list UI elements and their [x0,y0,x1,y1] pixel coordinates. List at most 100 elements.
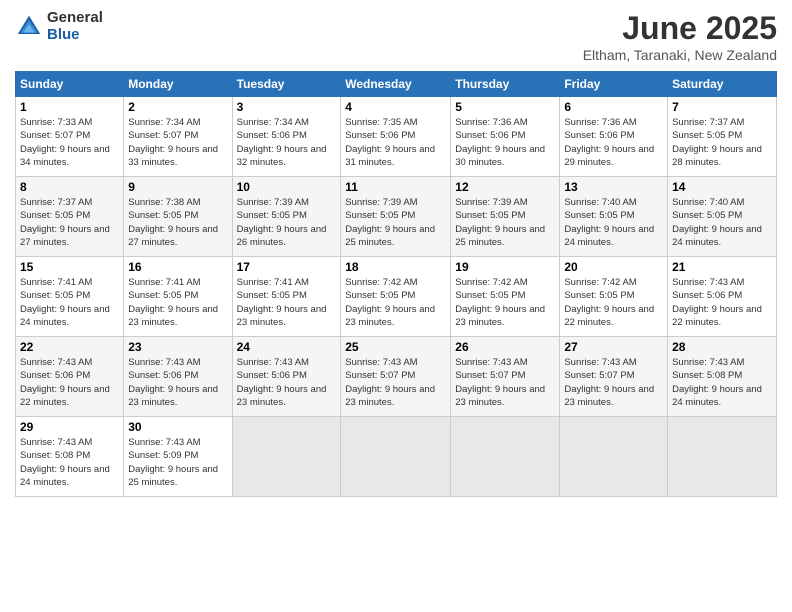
day-number: 4 [345,100,446,114]
day-number: 10 [237,180,337,194]
day-number: 11 [345,180,446,194]
day-number: 18 [345,260,446,274]
day-info: Sunrise: 7:43 AMSunset: 5:07 PMDaylight:… [455,357,545,408]
day-info: Sunrise: 7:43 AMSunset: 5:07 PMDaylight:… [564,357,654,408]
header-thursday: Thursday [451,72,560,97]
day-info: Sunrise: 7:38 AMSunset: 5:05 PMDaylight:… [128,197,218,248]
table-row: 9 Sunrise: 7:38 AMSunset: 5:05 PMDaylight… [124,177,232,257]
day-number: 5 [455,100,555,114]
day-number: 23 [128,340,227,354]
table-row: 1Sunrise: 7:33 AMSunset: 5:07 PMDaylight… [16,97,124,177]
logo-text: General Blue [47,10,103,43]
table-row: 22 Sunrise: 7:43 AMSunset: 5:06 PMDayligh… [16,337,124,417]
day-info: Sunrise: 7:37 AMSunset: 5:05 PMDaylight:… [20,197,110,248]
day-info: Sunrise: 7:43 AMSunset: 5:07 PMDaylight:… [345,357,435,408]
day-info: Sunrise: 7:43 AMSunset: 5:06 PMDaylight:… [237,357,327,408]
table-row: 5 Sunrise: 7:36 AMSunset: 5:06 PMDaylight… [451,97,560,177]
table-row: 15Sunrise: 7:41 AMSunset: 5:05 PMDayligh… [16,257,124,337]
table-row: 20 Sunrise: 7:42 AMSunset: 5:05 PMDayligh… [560,257,668,337]
day-number: 19 [455,260,555,274]
logo: General Blue [15,10,103,43]
header-saturday: Saturday [668,72,777,97]
day-info: Sunrise: 7:43 AMSunset: 5:08 PMDaylight:… [20,437,110,488]
day-info: Sunrise: 7:43 AMSunset: 5:08 PMDaylight:… [672,357,762,408]
day-info: Sunrise: 7:43 AMSunset: 5:06 PMDaylight:… [20,357,110,408]
day-number: 16 [128,260,227,274]
header-wednesday: Wednesday [341,72,451,97]
day-info: Sunrise: 7:41 AMSunset: 5:05 PMDaylight:… [128,277,218,328]
logo-blue: Blue [47,27,103,44]
main-container: General Blue June 2025 Eltham, Taranaki,… [0,0,792,507]
day-number: 20 [564,260,663,274]
day-info: Sunrise: 7:36 AMSunset: 5:06 PMDaylight:… [564,117,654,168]
logo-general: General [47,10,103,27]
day-info: Sunrise: 7:34 AMSunset: 5:06 PMDaylight:… [237,117,327,168]
day-info: Sunrise: 7:41 AMSunset: 5:05 PMDaylight:… [237,277,327,328]
table-row: 29 Sunrise: 7:43 AMSunset: 5:08 PMDayligh… [16,417,124,497]
table-row: 19 Sunrise: 7:42 AMSunset: 5:05 PMDayligh… [451,257,560,337]
location: Eltham, Taranaki, New Zealand [583,47,777,63]
day-number: 29 [20,420,119,434]
table-row: 10Sunrise: 7:39 AMSunset: 5:05 PMDayligh… [232,177,341,257]
week-row-5: 29 Sunrise: 7:43 AMSunset: 5:08 PMDayligh… [16,417,777,497]
day-number: 6 [564,100,663,114]
day-number: 12 [455,180,555,194]
day-info: Sunrise: 7:43 AMSunset: 5:09 PMDaylight:… [128,437,218,488]
table-row: 24Sunrise: 7:43 AMSunset: 5:06 PMDayligh… [232,337,341,417]
header-sunday: Sunday [16,72,124,97]
table-row: 30 Sunrise: 7:43 AMSunset: 5:09 PMDayligh… [124,417,232,497]
day-info: Sunrise: 7:41 AMSunset: 5:05 PMDaylight:… [20,277,110,328]
day-info: Sunrise: 7:33 AMSunset: 5:07 PMDaylight:… [20,117,110,168]
day-info: Sunrise: 7:43 AMSunset: 5:06 PMDaylight:… [672,277,762,328]
table-row [560,417,668,497]
table-row: 7 Sunrise: 7:37 AMSunset: 5:05 PMDaylight… [668,97,777,177]
day-info: Sunrise: 7:40 AMSunset: 5:05 PMDaylight:… [672,197,762,248]
table-row: 28 Sunrise: 7:43 AMSunset: 5:08 PMDayligh… [668,337,777,417]
table-row: 8 Sunrise: 7:37 AMSunset: 5:05 PMDaylight… [16,177,124,257]
day-number: 17 [237,260,337,274]
day-number: 25 [345,340,446,354]
week-row-3: 15Sunrise: 7:41 AMSunset: 5:05 PMDayligh… [16,257,777,337]
title-block: June 2025 Eltham, Taranaki, New Zealand [583,10,777,63]
day-info: Sunrise: 7:37 AMSunset: 5:05 PMDaylight:… [672,117,762,168]
day-number: 22 [20,340,119,354]
header-friday: Friday [560,72,668,97]
table-row: 2Sunrise: 7:34 AMSunset: 5:07 PMDaylight… [124,97,232,177]
day-number: 2 [128,100,227,114]
table-row [341,417,451,497]
day-number: 8 [20,180,119,194]
day-info: Sunrise: 7:42 AMSunset: 5:05 PMDaylight:… [564,277,654,328]
table-row: 27Sunrise: 7:43 AMSunset: 5:07 PMDayligh… [560,337,668,417]
table-row: 14 Sunrise: 7:40 AMSunset: 5:05 PMDayligh… [668,177,777,257]
day-info: Sunrise: 7:39 AMSunset: 5:05 PMDaylight:… [455,197,545,248]
day-number: 3 [237,100,337,114]
day-info: Sunrise: 7:42 AMSunset: 5:05 PMDaylight:… [455,277,545,328]
day-info: Sunrise: 7:42 AMSunset: 5:05 PMDaylight:… [345,277,435,328]
table-row: 3 Sunrise: 7:34 AMSunset: 5:06 PMDaylight… [232,97,341,177]
table-row: 25 Sunrise: 7:43 AMSunset: 5:07 PMDayligh… [341,337,451,417]
day-info: Sunrise: 7:43 AMSunset: 5:06 PMDaylight:… [128,357,218,408]
table-row [451,417,560,497]
day-info: Sunrise: 7:36 AMSunset: 5:06 PMDaylight:… [455,117,545,168]
week-row-4: 22 Sunrise: 7:43 AMSunset: 5:06 PMDayligh… [16,337,777,417]
table-row [232,417,341,497]
day-number: 7 [672,100,772,114]
day-info: Sunrise: 7:40 AMSunset: 5:05 PMDaylight:… [564,197,654,248]
day-number: 28 [672,340,772,354]
table-row: 23 Sunrise: 7:43 AMSunset: 5:06 PMDayligh… [124,337,232,417]
table-row: 26Sunrise: 7:43 AMSunset: 5:07 PMDayligh… [451,337,560,417]
day-number: 9 [128,180,227,194]
day-number: 14 [672,180,772,194]
day-number: 13 [564,180,663,194]
table-row: 12 Sunrise: 7:39 AMSunset: 5:05 PMDayligh… [451,177,560,257]
calendar-header-row: Sunday Monday Tuesday Wednesday Thursday… [16,72,777,97]
table-row: 18 Sunrise: 7:42 AMSunset: 5:05 PMDayligh… [341,257,451,337]
month-title: June 2025 [583,10,777,47]
table-row: 13 Sunrise: 7:40 AMSunset: 5:05 PMDayligh… [560,177,668,257]
day-number: 30 [128,420,227,434]
logo-icon [15,13,43,41]
day-info: Sunrise: 7:35 AMSunset: 5:06 PMDaylight:… [345,117,435,168]
day-info: Sunrise: 7:39 AMSunset: 5:05 PMDaylight:… [345,197,435,248]
table-row: 21Sunrise: 7:43 AMSunset: 5:06 PMDayligh… [668,257,777,337]
header-tuesday: Tuesday [232,72,341,97]
